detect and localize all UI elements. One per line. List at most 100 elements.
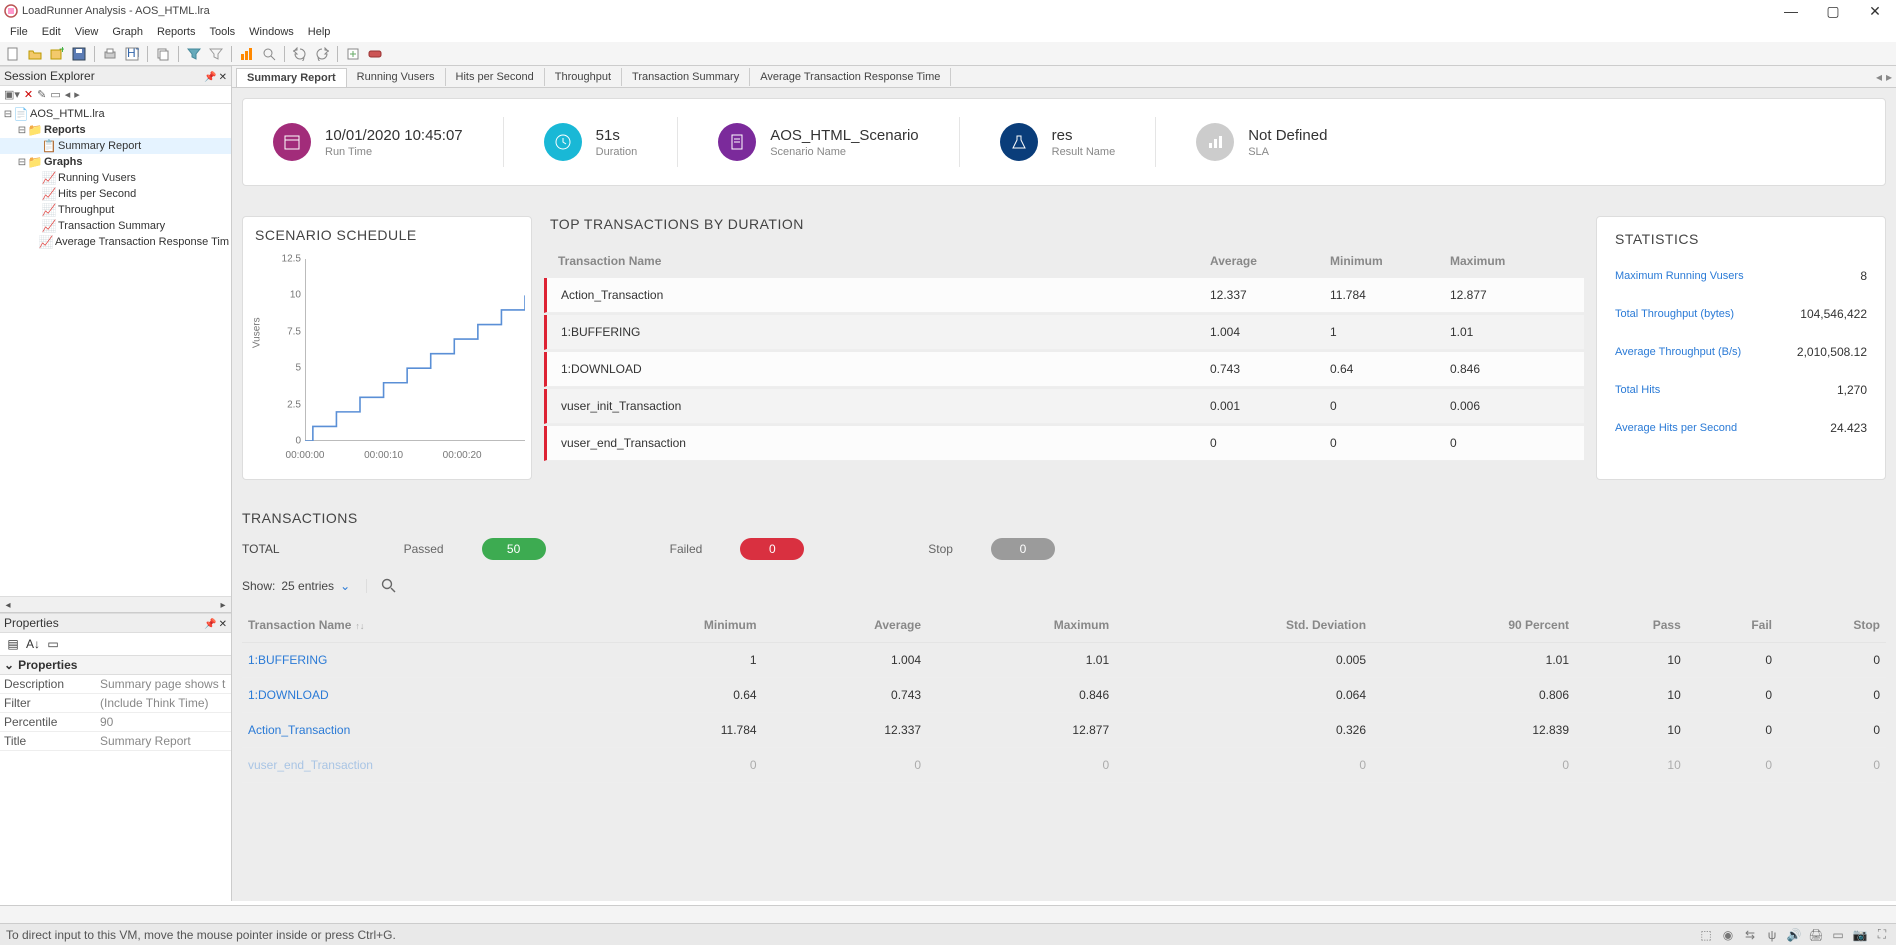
pin-icon[interactable]: 📌 — [204, 72, 216, 83]
toptx-col-name: Transaction Name — [558, 254, 1210, 268]
tree-graph-item[interactable]: Transaction Summary — [58, 220, 165, 232]
tab-running-vusers[interactable]: Running Vusers — [347, 68, 446, 86]
tx-col-sd[interactable]: Std. Deviation — [1115, 608, 1372, 643]
vm-cd-icon[interactable]: ◉ — [1720, 927, 1736, 943]
minimize-button[interactable]: — — [1770, 0, 1812, 22]
session-tree[interactable]: ⊟📄AOS_HTML.lra ⊟📁Reports 📋Summary Report… — [0, 104, 231, 596]
redo-icon[interactable] — [313, 45, 331, 63]
clear-filter-icon[interactable] — [207, 45, 225, 63]
prop-val[interactable]: 90 — [96, 713, 231, 731]
tree-toggle-icon[interactable]: ⊟ — [16, 157, 28, 168]
tx-name-link[interactable]: 1:DOWNLOAD — [248, 688, 329, 702]
stat-key[interactable]: Total Hits — [1615, 384, 1660, 396]
tx-col-pass[interactable]: Pass — [1575, 608, 1687, 643]
vm-fullscreen-icon[interactable]: ⛶ — [1874, 927, 1890, 943]
tx-col-max[interactable]: Maximum — [927, 608, 1115, 643]
tree-root[interactable]: AOS_HTML.lra — [30, 108, 105, 120]
tree-summary-report[interactable]: Summary Report — [58, 140, 141, 152]
add-session-icon[interactable]: + — [48, 45, 66, 63]
scroll-left-icon[interactable]: ◂ — [0, 597, 16, 613]
tx-col-p90[interactable]: 90 Percent — [1372, 608, 1575, 643]
tabs-scroll-right-icon[interactable]: ▸ — [1886, 70, 1892, 84]
chart-wizard-icon[interactable] — [238, 45, 256, 63]
tree-graph-item[interactable]: Throughput — [58, 204, 114, 216]
add-node-icon[interactable]: ▣▾ — [4, 88, 20, 101]
tx-col-stop[interactable]: Stop — [1778, 608, 1886, 643]
prop-val[interactable]: (Include Think Time) — [96, 694, 231, 712]
delete-node-icon[interactable]: ✕ — [24, 88, 33, 101]
report-body[interactable]: 10/01/2020 10:45:07Run Time 51sDuration … — [232, 88, 1896, 901]
new-icon[interactable] — [4, 45, 22, 63]
search-icon[interactable] — [381, 578, 397, 594]
scroll-right-icon[interactable]: ▸ — [215, 597, 231, 613]
export-data-icon[interactable] — [344, 45, 362, 63]
tree-graphs[interactable]: Graphs — [44, 156, 83, 168]
collapse-left-icon[interactable]: ◂ — [65, 88, 71, 101]
tabs-scroll-left-icon[interactable]: ◂ — [1876, 70, 1882, 84]
menu-reports[interactable]: Reports — [151, 24, 202, 40]
tx-name-link[interactable]: 1:BUFFERING — [248, 653, 327, 667]
tree-hscrollbar[interactable]: ◂ ▸ — [0, 596, 231, 612]
menu-help[interactable]: Help — [302, 24, 337, 40]
vm-camera-icon[interactable]: 📷 — [1852, 927, 1868, 943]
menu-graph[interactable]: Graph — [106, 24, 149, 40]
tree-filter-icon[interactable]: ▭ — [50, 88, 60, 101]
print-icon[interactable] — [101, 45, 119, 63]
undo-icon[interactable] — [291, 45, 309, 63]
prop-val[interactable]: Summary page shows t — [96, 675, 231, 693]
tx-p90: 12.839 — [1372, 713, 1575, 748]
tx-name-link[interactable]: Action_Transaction — [248, 723, 350, 737]
export-html-icon[interactable]: HT — [123, 45, 141, 63]
copy-icon[interactable] — [154, 45, 172, 63]
show-entries-select[interactable]: Show: 25 entries ⌄ — [242, 579, 367, 593]
close-button[interactable]: ✕ — [1854, 0, 1896, 22]
vm-display-icon[interactable]: ▭ — [1830, 927, 1846, 943]
menu-view[interactable]: View — [69, 24, 105, 40]
tx-col-min[interactable]: Minimum — [582, 608, 763, 643]
tree-toggle-icon[interactable]: ⊟ — [16, 125, 28, 136]
properties-group[interactable]: ⌄Properties — [0, 656, 231, 675]
tx-col-fail[interactable]: Fail — [1687, 608, 1778, 643]
menu-windows[interactable]: Windows — [243, 24, 300, 40]
vm-drive-icon[interactable]: ⬚ — [1698, 927, 1714, 943]
prop-page-icon[interactable]: ▭ — [44, 635, 62, 653]
tree-graph-item[interactable]: Running Vusers — [58, 172, 136, 184]
vm-sound-icon[interactable]: 🔊 — [1786, 927, 1802, 943]
settings-icon[interactable] — [366, 45, 384, 63]
tree-reports[interactable]: Reports — [44, 124, 86, 136]
menu-file[interactable]: File — [4, 24, 34, 40]
tab-throughput[interactable]: Throughput — [545, 68, 622, 86]
tree-graph-item[interactable]: Hits per Second — [58, 188, 136, 200]
tab-transaction-summary[interactable]: Transaction Summary — [622, 68, 750, 86]
filter-icon[interactable] — [185, 45, 203, 63]
pin-icon[interactable]: 📌 — [204, 619, 216, 630]
menu-tools[interactable]: Tools — [203, 24, 241, 40]
vm-usb-icon[interactable]: ψ — [1764, 927, 1780, 943]
zoom-icon[interactable] — [260, 45, 278, 63]
rename-icon[interactable]: ✎ — [37, 88, 46, 101]
prop-val[interactable]: Summary Report — [96, 732, 231, 750]
categorize-icon[interactable]: ▤ — [4, 635, 22, 653]
tab-summary-report[interactable]: Summary Report — [236, 68, 347, 87]
sort-az-icon[interactable]: A↓ — [24, 635, 42, 653]
tab-hits-per-second[interactable]: Hits per Second — [446, 68, 545, 86]
tree-graph-item[interactable]: Average Transaction Response Tim — [55, 236, 229, 248]
maximize-button[interactable]: ▢ — [1812, 0, 1854, 22]
save-icon[interactable] — [70, 45, 88, 63]
tx-col-name[interactable]: Transaction Name↑↓ — [242, 608, 582, 643]
close-panel-icon[interactable]: ✕ — [219, 72, 227, 83]
tree-toggle-icon[interactable]: ⊟ — [2, 109, 14, 120]
vm-network-icon[interactable]: ⇆ — [1742, 927, 1758, 943]
stat-key[interactable]: Maximum Running Vusers — [1615, 270, 1744, 282]
stat-key[interactable]: Average Throughput (B/s) — [1615, 346, 1741, 358]
tx-name-link[interactable]: vuser_end_Transaction — [248, 758, 373, 772]
stat-key[interactable]: Average Hits per Second — [1615, 422, 1737, 434]
menu-edit[interactable]: Edit — [36, 24, 67, 40]
open-icon[interactable] — [26, 45, 44, 63]
collapse-right-icon[interactable]: ▸ — [74, 88, 80, 101]
tab-avg-response[interactable]: Average Transaction Response Time — [750, 68, 951, 86]
close-panel-icon[interactable]: ✕ — [219, 619, 227, 630]
tx-col-avg[interactable]: Average — [763, 608, 928, 643]
vm-printer-icon[interactable]: 🖨 — [1808, 927, 1824, 943]
stat-key[interactable]: Total Throughput (bytes) — [1615, 308, 1734, 320]
